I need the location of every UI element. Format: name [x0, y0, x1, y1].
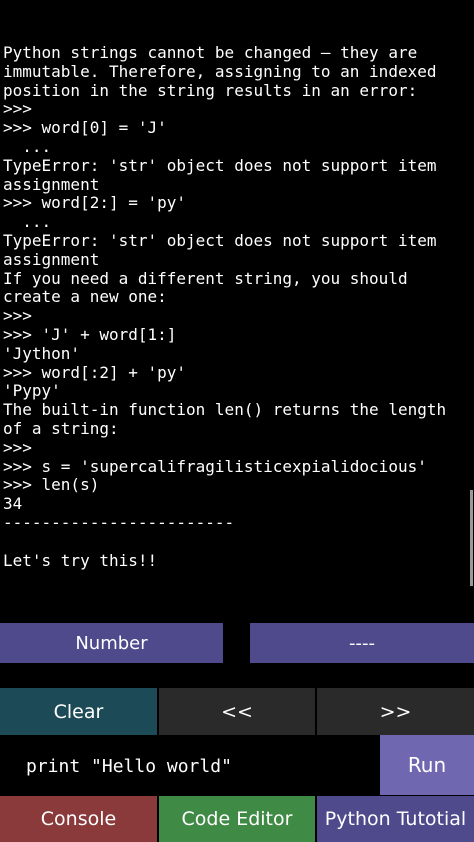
tab-python-tutorial[interactable]: Python Tutotial — [317, 796, 474, 842]
code-input[interactable]: print "Hello world" — [0, 737, 379, 795]
tab-console[interactable]: Console — [0, 796, 157, 842]
previous-button[interactable]: << — [159, 688, 315, 735]
console-scrollbar[interactable] — [470, 490, 473, 586]
next-button[interactable]: >> — [317, 688, 474, 735]
run-button[interactable]: Run — [380, 735, 474, 795]
dashes-button[interactable]: ---- — [250, 623, 474, 663]
tab-code-editor[interactable]: Code Editor — [159, 796, 315, 842]
clear-button[interactable]: Clear — [0, 688, 157, 735]
status-bar — [0, 0, 474, 38]
number-button[interactable]: Number — [0, 623, 223, 663]
console-output: Python strings cannot be changed — they … — [3, 44, 447, 570]
